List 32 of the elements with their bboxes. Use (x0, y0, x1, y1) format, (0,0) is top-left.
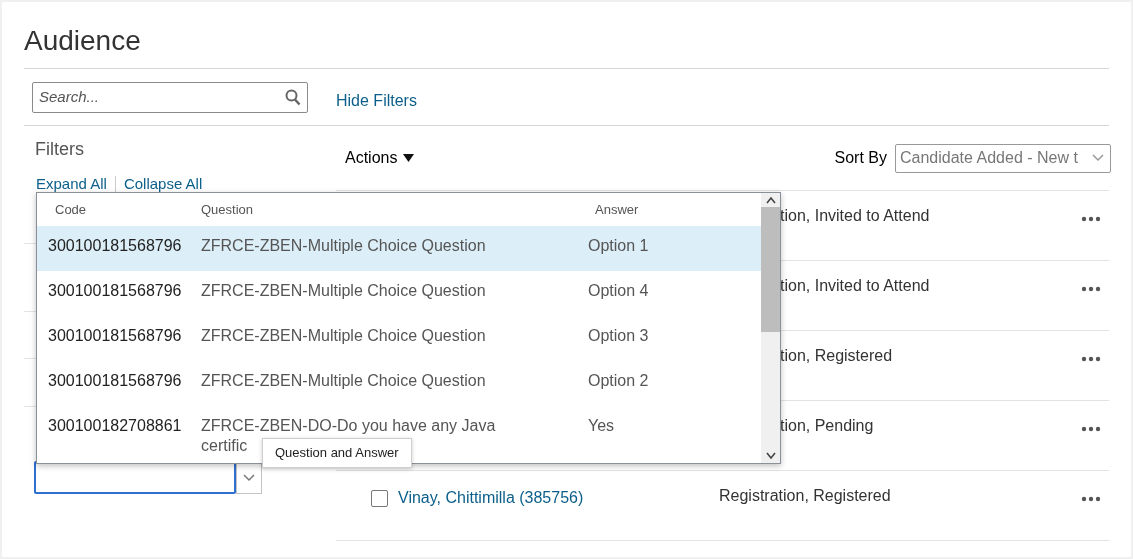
more-icon[interactable] (1081, 496, 1101, 502)
column-header: Question (201, 200, 255, 219)
page-title: Audience (24, 24, 142, 58)
search-field[interactable]: Search... (32, 81, 308, 113)
column-header: Answer (594, 200, 639, 219)
registration-status: tion, Invited to Attend (780, 276, 930, 296)
search-icon[interactable] (285, 88, 301, 106)
sort-select[interactable]: Candidate Added - New t (895, 143, 1111, 173)
search-input[interactable]: Search... (39, 85, 285, 109)
filters-heading: Filters (34, 138, 85, 160)
candidate-link[interactable]: Vinay, Chittimilla (385756) (398, 486, 584, 510)
more-icon[interactable] (1081, 356, 1101, 362)
registration-status: tion, Pending (780, 416, 874, 436)
chevron-down-icon[interactable] (1092, 154, 1104, 162)
registration-status: Registration, Registered (719, 486, 891, 506)
expand-all-link[interactable]: Expand All (36, 172, 107, 196)
registration-status: tion, Registered (780, 346, 893, 366)
chevron-down-icon[interactable] (243, 473, 255, 482)
caret-icon (403, 154, 415, 162)
collapse-all-link[interactable]: Collapse All (123, 172, 203, 196)
tooltip: Question and Answer (262, 438, 412, 468)
question-option[interactable]: 300100181568796 ZFRCE-ZBEN-Multiple Choice Question Option 1 (37, 226, 761, 271)
more-icon[interactable] (1081, 286, 1101, 292)
sort-by-label: Sort By (834, 148, 887, 168)
actions-menu[interactable]: Actions (345, 146, 415, 170)
scrollbar[interactable] (761, 193, 780, 463)
column-header: Code (54, 200, 88, 219)
registration-status: tion, Invited to Attend (780, 206, 930, 226)
more-icon[interactable] (1081, 216, 1101, 222)
hide-filters-link[interactable]: Hide Filters (336, 89, 417, 113)
row-checkbox[interactable] (371, 489, 388, 507)
more-icon[interactable] (1081, 426, 1101, 432)
